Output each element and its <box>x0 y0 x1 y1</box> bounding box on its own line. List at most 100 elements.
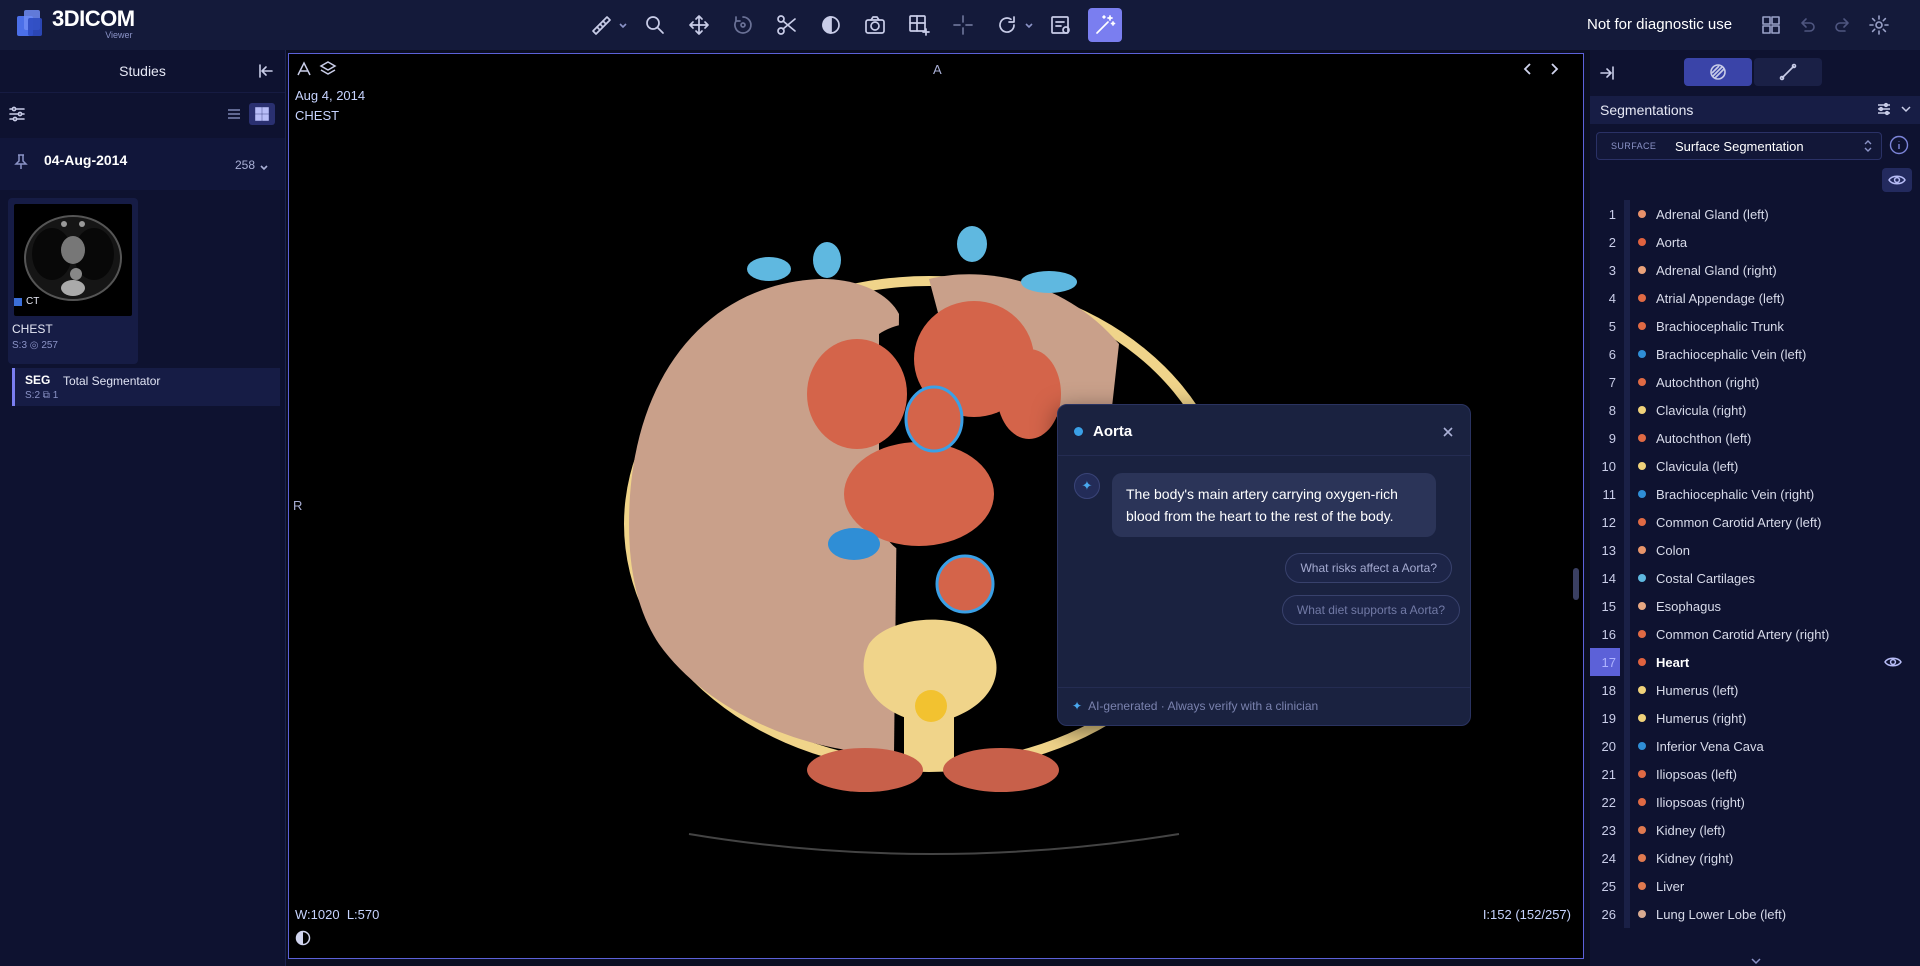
pan-icon[interactable] <box>682 8 716 42</box>
collapse-panel-icon[interactable] <box>257 62 275 80</box>
segmentations-panel: Segmentations SURFACE Surface Segmentati… <box>1590 50 1920 966</box>
suggestion-chip-diet[interactable]: What diet supports a Aorta? <box>1281 595 1460 625</box>
segment-color-dot-icon <box>1638 546 1646 554</box>
segment-color-dot-icon <box>1638 882 1646 890</box>
segment-item[interactable]: 15 Esophagus <box>1590 592 1920 620</box>
close-icon[interactable] <box>1442 425 1454 437</box>
tab-measurements[interactable] <box>1754 58 1822 86</box>
segment-label: Iliopsoas (right) <box>1656 794 1745 810</box>
series-thumbnail[interactable]: CT CHEST S:3 ◎ 257 <box>8 198 138 364</box>
segment-item[interactable]: 21 Iliopsoas (left) <box>1590 760 1920 788</box>
segment-item[interactable]: 3 Adrenal Gland (right) <box>1590 256 1920 284</box>
segmentation-series-row[interactable]: SEG Total Segmentator S:2 ⧉ 1 <box>12 368 280 406</box>
scissors-icon[interactable] <box>770 8 804 42</box>
ruler-caret-icon[interactable] <box>618 8 630 42</box>
segment-eye-icon[interactable] <box>1884 655 1902 669</box>
scroll-down-chevron-icon[interactable] <box>1750 952 1762 965</box>
segment-color-dot-icon <box>1638 826 1646 834</box>
tool-group <box>584 8 1132 42</box>
segment-item[interactable]: 9 Autochthon (left) <box>1590 424 1920 452</box>
sparkle-icon: ✦ <box>1072 699 1083 713</box>
segment-color-dot-icon <box>1638 490 1646 498</box>
segment-label: Common Carotid Artery (left) <box>1656 514 1822 530</box>
segment-item[interactable]: 12 Common Carotid Artery (left) <box>1590 508 1920 536</box>
viewport-scrollbar[interactable] <box>1573 568 1579 600</box>
segment-item[interactable]: 7 Autochthon (right) <box>1590 368 1920 396</box>
segment-color-dot-icon <box>1638 630 1646 638</box>
segment-item[interactable]: 17 Heart <box>1590 648 1920 676</box>
segment-item[interactable]: 16 Common Carotid Artery (right) <box>1590 620 1920 648</box>
segment-label: Brachiocephalic Vein (right) <box>1656 486 1815 502</box>
series-name: CHEST <box>12 322 53 336</box>
study-date-row[interactable]: 04-Aug-2014 258 <box>0 138 285 190</box>
suggestion-chip-risks[interactable]: What risks affect a Aorta? <box>1285 553 1452 583</box>
rotate-3d-icon[interactable] <box>726 8 760 42</box>
pin-icon[interactable] <box>14 154 28 170</box>
crosshair-icon[interactable] <box>946 8 980 42</box>
reset-caret-icon[interactable] <box>1024 8 1036 42</box>
segment-label: Brachiocephalic Trunk <box>1656 318 1784 334</box>
contrast-toggle-icon[interactable] <box>295 930 311 946</box>
report-icon[interactable] <box>1044 8 1078 42</box>
segment-item[interactable]: 10 Clavicula (left) <box>1590 452 1920 480</box>
segment-item[interactable]: 19 Humerus (right) <box>1590 704 1920 732</box>
segment-item[interactable]: 6 Brachiocephalic Vein (left) <box>1590 340 1920 368</box>
segment-item[interactable]: 2 Aorta <box>1590 228 1920 256</box>
segment-item[interactable]: 8 Clavicula (right) <box>1590 396 1920 424</box>
orientation-anterior: A <box>933 62 942 77</box>
segment-label: Autochthon (left) <box>1656 430 1752 446</box>
next-chevron-icon[interactable] <box>1547 62 1561 76</box>
segmentation-select[interactable]: SURFACE Surface Segmentation <box>1596 132 1882 160</box>
segment-item[interactable]: 5 Brachiocephalic Trunk <box>1590 312 1920 340</box>
info-icon[interactable] <box>1888 134 1910 156</box>
list-view-icon[interactable] <box>221 103 247 125</box>
redo-icon[interactable] <box>1828 10 1858 40</box>
toggle-all-visibility-eye-icon[interactable] <box>1882 168 1912 192</box>
segment-item[interactable]: 11 Brachiocephalic Vein (right) <box>1590 480 1920 508</box>
prev-chevron-icon[interactable] <box>1521 62 1535 76</box>
reset-icon[interactable] <box>990 8 1024 42</box>
settings-gear-icon[interactable] <box>1864 10 1894 40</box>
segment-item[interactable]: 18 Humerus (left) <box>1590 676 1920 704</box>
segment-color-dot-icon <box>1638 602 1646 610</box>
grid-add-icon[interactable] <box>902 8 936 42</box>
segment-item[interactable]: 4 Atrial Appendage (left) <box>1590 284 1920 312</box>
zoom-icon[interactable] <box>638 8 672 42</box>
app-window: 3DICOM Viewer Not for diagnostic use Stu… <box>0 0 1920 966</box>
grid-view-icon[interactable] <box>249 103 275 125</box>
layout-icon[interactable] <box>1756 10 1786 40</box>
segment-item[interactable]: 23 Kidney (left) <box>1590 816 1920 844</box>
segment-item[interactable]: 14 Costal Cartilages <box>1590 564 1920 592</box>
undo-icon[interactable] <box>1792 10 1822 40</box>
segment-label: Colon <box>1656 542 1690 558</box>
seg-settings-icon[interactable] <box>1876 101 1892 117</box>
segment-label: Liver <box>1656 878 1685 894</box>
segment-item[interactable]: 25 Liver <box>1590 872 1920 900</box>
segment-item[interactable]: 20 Inferior Vena Cava <box>1590 732 1920 760</box>
contrast-icon[interactable] <box>814 8 848 42</box>
segment-label: Kidney (left) <box>1656 822 1726 838</box>
top-toolbar: 3DICOM Viewer Not for diagnostic use <box>0 0 1920 50</box>
segment-item[interactable]: 13 Colon <box>1590 536 1920 564</box>
segment-item[interactable]: 22 Iliopsoas (right) <box>1590 788 1920 816</box>
magic-wand-icon[interactable] <box>1088 8 1122 42</box>
chevron-down-icon[interactable] <box>259 160 269 171</box>
segment-label: Adrenal Gland (left) <box>1656 206 1769 222</box>
camera-icon[interactable] <box>858 8 892 42</box>
tab-segmentations[interactable] <box>1684 58 1752 86</box>
segment-color-dot-icon <box>1638 574 1646 582</box>
annotation-icon[interactable] <box>295 60 313 78</box>
segment-item[interactable]: 24 Kidney (right) <box>1590 844 1920 872</box>
seg-chevron-down-icon[interactable] <box>1898 101 1914 117</box>
segment-label: Adrenal Gland (right) <box>1656 262 1777 278</box>
expand-panel-icon[interactable] <box>1598 64 1616 82</box>
modality-badge: CT <box>14 296 39 307</box>
app-name: 3DICOM <box>52 6 135 31</box>
layers-icon[interactable] <box>319 60 337 78</box>
filter-sliders-icon[interactable] <box>8 105 26 123</box>
ai-card-title: Aorta <box>1093 423 1133 440</box>
segment-item[interactable]: 1 Adrenal Gland (left) <box>1590 200 1920 228</box>
ruler-icon[interactable] <box>584 8 618 42</box>
segment-color-dot-icon <box>1638 378 1646 386</box>
segment-item[interactable]: 26 Lung Lower Lobe (left) <box>1590 900 1920 928</box>
